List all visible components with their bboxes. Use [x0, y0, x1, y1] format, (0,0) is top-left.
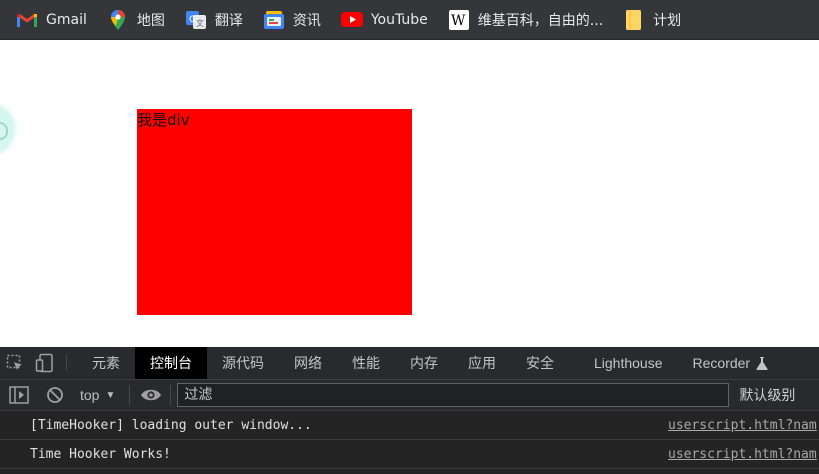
tab-application[interactable]: 应用: [453, 347, 511, 379]
bookmark-label: 计划: [653, 12, 682, 29]
bookmark-folder-plan[interactable]: 计划: [623, 9, 682, 30]
demo-div: 我是div: [137, 109, 412, 315]
svg-text:G: G: [189, 15, 196, 25]
bookmark-label: 地图: [136, 12, 165, 29]
tab-recorder-label: Recorder: [692, 355, 751, 371]
devtools-tab-bar: 元素 控制台 源代码 网络 性能 内存 应用 安全 Lighthouse Rec…: [0, 347, 819, 380]
bookmark-maps[interactable]: 地图: [107, 9, 165, 30]
gmail-icon: [16, 10, 38, 30]
log-levels-dropdown[interactable]: 默认级别: [739, 385, 795, 405]
bookmarks-bar: Gmail 地图 G 文 翻译 资讯 YouTube W 维基百科，自由的...…: [0, 0, 819, 40]
bookmark-label: Gmail: [46, 11, 87, 28]
console-source-link[interactable]: userscript.html?nam: [668, 447, 817, 462]
folder-icon: [623, 9, 645, 30]
triangle-down-icon: ▼: [105, 389, 116, 401]
bookmark-translate[interactable]: G 文 翻译: [185, 10, 243, 30]
bookmark-label: 资讯: [292, 12, 321, 29]
bookmark-label: 维基百科，自由的...: [477, 12, 604, 29]
tab-sources[interactable]: 源代码: [207, 347, 279, 379]
tab-lighthouse[interactable]: Lighthouse: [579, 347, 678, 379]
youtube-icon: [340, 10, 363, 30]
console-message: [TimeHooker] loading outer window... use…: [0, 411, 819, 440]
svg-text:文: 文: [196, 18, 204, 28]
tab-performance[interactable]: 性能: [337, 347, 395, 379]
console-message: Time Hooker Works! userscript.html?nam: [0, 440, 819, 469]
tab-elements[interactable]: 元素: [77, 347, 135, 379]
console-toolbar: top ▼ 过滤 默认级别: [0, 380, 819, 411]
bookmark-wikipedia[interactable]: W 维基百科，自由的...: [448, 9, 604, 30]
context-selector[interactable]: top ▼: [80, 387, 115, 403]
console-filter-input[interactable]: 过滤: [177, 383, 730, 407]
page-viewport: 我是div: [0, 40, 819, 347]
inspect-element-icon[interactable]: [0, 347, 30, 379]
flask-icon: [756, 356, 768, 370]
devtools-panel: 元素 控制台 源代码 网络 性能 内存 应用 安全 Lighthouse Rec…: [0, 347, 819, 474]
divider: [66, 355, 67, 371]
tab-recorder[interactable]: Recorder: [678, 347, 773, 379]
device-toolbar-icon[interactable]: [30, 347, 60, 379]
sidebar-toggle-icon[interactable]: [8, 384, 30, 406]
live-expression-eye-icon[interactable]: [140, 384, 162, 406]
news-icon: [263, 10, 285, 30]
tab-memory[interactable]: 内存: [395, 347, 453, 379]
tab-console[interactable]: 控制台: [135, 347, 207, 379]
bookmark-label: YouTube: [370, 11, 428, 28]
bookmark-label: 翻译: [214, 12, 243, 29]
wikipedia-icon: W: [448, 9, 470, 30]
console-message-text: Time Hooker Works!: [30, 446, 171, 462]
console-source-link[interactable]: userscript.html?nam: [668, 418, 817, 433]
bookmark-news[interactable]: 资讯: [263, 10, 321, 30]
console-message-text: [TimeHooker] loading outer window...: [30, 417, 312, 433]
context-selector-value: top: [80, 387, 100, 403]
translate-icon: G 文: [185, 10, 207, 30]
svg-text:W: W: [451, 13, 466, 29]
bookmark-youtube[interactable]: YouTube: [340, 10, 428, 30]
tab-security[interactable]: 安全: [511, 347, 569, 379]
clear-console-icon[interactable]: [44, 384, 66, 406]
floating-widget-handle[interactable]: [0, 104, 14, 154]
tab-network[interactable]: 网络: [279, 347, 337, 379]
bookmark-gmail[interactable]: Gmail: [16, 10, 87, 30]
maps-icon: [107, 9, 129, 30]
divider: [129, 385, 131, 405]
divider: [170, 385, 172, 405]
